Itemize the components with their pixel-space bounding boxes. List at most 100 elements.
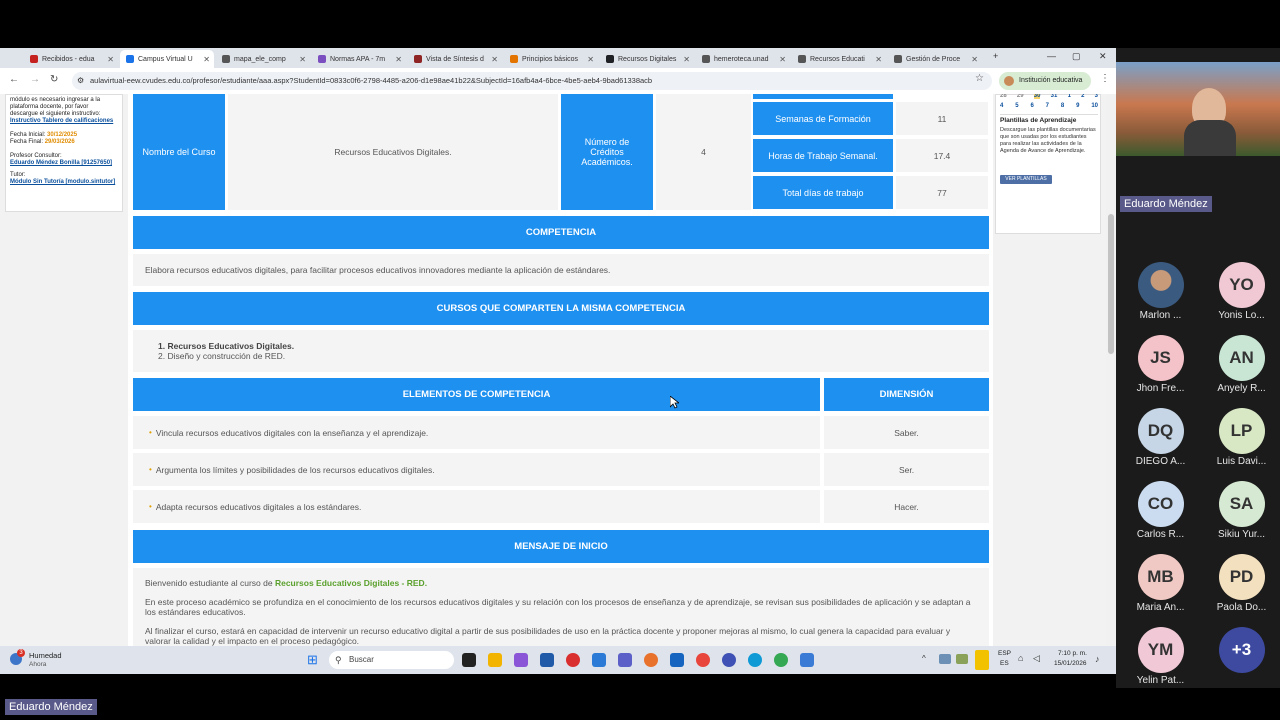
browser-tab[interactable]: Recursos Digitales ✕ [600,50,694,68]
fecha-inicial-label: Fecha Inicial: [10,132,46,138]
tab-close-icon[interactable]: ✕ [299,55,306,64]
calendar-day[interactable]: 8 [1061,103,1064,109]
calendar-day[interactable]: 29 [1017,94,1024,99]
browser-tab[interactable]: Principios básicos ✕ [504,50,598,68]
participant-tile[interactable]: CO Carlos R... [1124,481,1197,540]
participant-tile[interactable]: JS Jhon Fre... [1124,335,1197,394]
site-info-icon[interactable]: ⚙ [77,72,84,90]
ver-plantillas-button[interactable]: VER PLANTILLAS [1000,175,1052,184]
store-icon[interactable] [540,653,554,667]
tab-close-icon[interactable]: ✕ [107,55,114,64]
app-icon[interactable] [670,653,684,667]
maximize-icon[interactable]: ▢ [1072,51,1081,62]
microphone-icon[interactable] [975,650,989,670]
tray-app-icon[interactable] [939,654,951,664]
file-explorer-icon[interactable] [488,653,502,667]
browser-tab[interactable]: Vista de Síntesis d ✕ [408,50,502,68]
bookmark-star-icon[interactable]: ☆ [975,73,984,84]
chrome-active-icon[interactable] [774,653,788,667]
calendar-day[interactable]: 7 [1046,103,1049,109]
browser-tab[interactable]: Gestión de Proce ✕ [888,50,982,68]
minimize-icon[interactable]: — [1047,51,1056,61]
calendar-day[interactable]: 28 [1000,94,1007,99]
tab-strip: Recibidos - edua ✕ Campus Virtual U ✕ mapa_e… [0,48,1116,68]
windows-start-icon[interactable]: ⊞ [307,652,318,668]
calendar-day[interactable]: 9 [1076,103,1079,109]
tray-app-icon[interactable] [956,654,968,664]
url-field[interactable]: ⚙ aulavirtual-eew.cvudes.edu.co/profesor… [72,72,992,90]
consultor-link[interactable]: Eduardo Méndez Bonilla [91257650] [10,160,118,167]
browser-tab[interactable]: Campus Virtual U ✕ [120,50,214,68]
taskbar-search[interactable]: ⚲ Buscar [329,651,454,669]
calendar-day[interactable]: 31 [1051,94,1058,99]
tab-close-icon[interactable]: ✕ [587,55,594,64]
volume-icon[interactable]: ◁ [1033,653,1040,664]
participant-tile[interactable]: Marlon ... [1124,262,1197,321]
forward-icon[interactable]: → [30,74,40,85]
scrollbar-thumb[interactable] [1108,214,1114,354]
lang-primary[interactable]: ESP [998,650,1011,657]
participant-tile[interactable]: YM Yelin Pat... [1124,627,1197,686]
browser-tab[interactable]: Normas APA - 7m ✕ [312,50,406,68]
tab-close-icon[interactable]: ✕ [491,55,498,64]
participant-tile[interactable]: +3 [1205,627,1278,673]
lang-secondary[interactable]: ES [1000,660,1009,667]
page-scrollbar[interactable] [1106,94,1116,646]
chrome-icon[interactable] [696,653,710,667]
app-icon[interactable] [800,653,814,667]
browser-tab[interactable]: Recursos Educati ✕ [792,50,886,68]
calendar-day[interactable]: 6 [1030,103,1033,109]
back-icon[interactable]: ← [9,74,19,85]
tab-close-icon[interactable]: ✕ [971,55,978,64]
instructivo-link[interactable]: Instructivo Tablero de calificaciones [10,118,118,125]
participant-initials: YO [1229,275,1254,294]
app-icon[interactable] [592,653,606,667]
tab-favicon-icon [414,55,422,63]
profile-chip[interactable]: Institución educativa [999,72,1091,90]
edge-icon[interactable] [748,653,762,667]
participant-tile[interactable]: AN Anyely R... [1205,335,1278,394]
tutor-link[interactable]: Módulo Sin Tutoría [modulo.sintutor] [10,179,118,186]
browser-tab[interactable]: hemeroteca.unad ✕ [696,50,790,68]
clock-date[interactable]: 15/01/2026 [1054,660,1087,667]
participant-name: Yonis Lo... [1218,310,1265,321]
new-tab-icon[interactable]: + [993,51,998,61]
participant-tile[interactable]: DQ DIEGO A... [1124,408,1197,467]
tab-close-icon[interactable]: ✕ [395,55,402,64]
browser-tab[interactable]: Recibidos - edua ✕ [24,50,118,68]
copilot-icon[interactable] [514,653,528,667]
notifications-icon[interactable]: ♪ [1095,654,1100,664]
competencia-text: Elabora recursos educativos digitales, p… [133,254,989,286]
menu-kebab-icon[interactable]: ⋮ [1100,73,1110,84]
tab-close-icon[interactable]: ✕ [203,55,210,64]
teams-icon[interactable] [618,653,632,667]
firefox-icon[interactable] [644,653,658,667]
calendar-day[interactable]: 2 [1081,94,1084,99]
participant-name: DIEGO A... [1135,456,1186,467]
calendar-day[interactable]: 4 [1000,103,1003,109]
tab-close-icon[interactable]: ✕ [875,55,882,64]
calendar-day[interactable]: 3 [1095,94,1098,99]
wifi-icon[interactable]: ⌂ [1018,653,1023,663]
app-icon[interactable] [722,653,736,667]
participant-tile[interactable]: YO Yonis Lo... [1205,262,1278,321]
tray-chevron-icon[interactable]: ^ [922,654,926,663]
participant-tile[interactable]: LP Luis Davi... [1205,408,1278,467]
close-window-icon[interactable]: ✕ [1099,51,1107,62]
calendar-day[interactable]: 1 [1068,94,1071,99]
clock-time[interactable]: 7:10 p. m. [1058,650,1087,657]
tab-label: mapa_ele_comp [234,55,286,63]
reload-icon[interactable]: ↻ [50,74,58,85]
tab-close-icon[interactable]: ✕ [779,55,786,64]
calendar-day[interactable]: 10 [1091,103,1098,109]
participant-tile[interactable]: PD Paola Do... [1205,554,1278,613]
participant-tile[interactable]: SA Sikiu Yur... [1205,481,1278,540]
calendar-day[interactable]: 30 [1033,94,1041,99]
tab-close-icon[interactable]: ✕ [683,55,690,64]
participant-tile[interactable]: MB Maria An... [1124,554,1197,613]
bullet-icon: • [149,465,152,474]
browser-tab[interactable]: mapa_ele_comp ✕ [216,50,310,68]
calendar-day[interactable]: 5 [1015,103,1018,109]
task-view-icon[interactable] [462,653,476,667]
opera-icon[interactable] [566,653,580,667]
